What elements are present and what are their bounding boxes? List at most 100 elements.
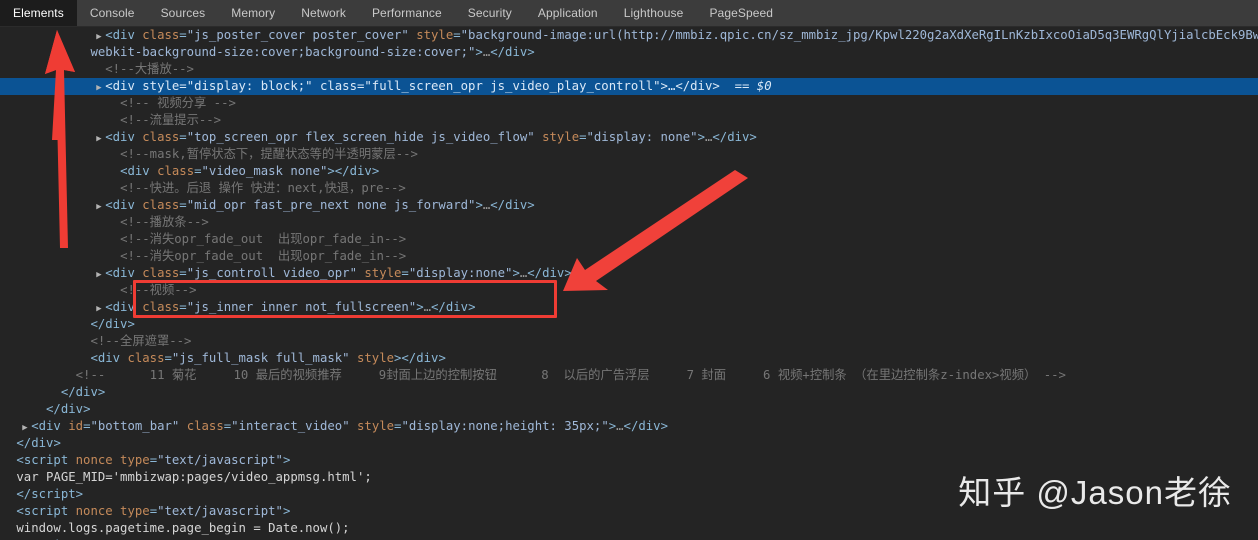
token-punc: </ <box>334 164 350 178</box>
token-attn: type <box>112 453 150 467</box>
token-tag: div <box>60 402 84 416</box>
token-punc: < <box>105 79 113 93</box>
token-punc: > <box>749 130 757 144</box>
line-comment-big-play[interactable]: <!--大播放--> <box>0 61 1258 78</box>
token-punc: > <box>282 453 291 467</box>
token-ell: … <box>423 300 432 314</box>
token-tag: script <box>23 504 69 518</box>
token-tag: div <box>127 164 150 178</box>
token-attv: "full_screen_opr js_video_play_controll" <box>364 79 661 93</box>
token-attv: "top_screen_opr flex_screen_hide js_vide… <box>186 130 535 144</box>
token-punc: < <box>16 453 24 467</box>
line-js-full-mask[interactable]: <div class="js_full_mask full_mask" styl… <box>0 350 1258 367</box>
tab-application[interactable]: Application <box>525 0 611 26</box>
line-mid-opr[interactable]: ▶ <div class="mid_opr fast_pre_next none … <box>0 197 1258 214</box>
tab-pagespeed[interactable]: PageSpeed <box>696 0 786 26</box>
line-close-div-1[interactable]: </div> <box>0 316 1258 333</box>
line-poster-cover[interactable]: ▶ <div class="js_poster_cover poster_cove… <box>0 27 1258 44</box>
token-attn: class <box>134 300 180 314</box>
token-punc: = <box>149 504 158 518</box>
line-comment-video-share[interactable]: <!-- 视频分享 --> <box>0 95 1258 112</box>
token-dollar: == $0 <box>719 79 772 93</box>
line-comment-mask[interactable]: <!--mask,暂停状态下，提醒状态等的半透明蒙层--> <box>0 146 1258 163</box>
line-comment-video[interactable]: <!--视频--> <box>0 282 1258 299</box>
token-punc: </ <box>490 198 506 212</box>
zhihu-watermark: 知乎 @Jason老徐 <box>958 474 1232 511</box>
token-punc: > <box>527 198 535 212</box>
token-punc: </ <box>90 317 106 331</box>
token-tag: div <box>75 385 98 399</box>
token-txt: var PAGE_MID='mmbizwap:pages/video_appms… <box>16 470 372 484</box>
tab-performance[interactable]: Performance <box>359 0 455 26</box>
token-punc: > <box>712 79 720 93</box>
token-punc: </ <box>16 436 32 450</box>
token-attn: class <box>179 419 224 433</box>
token-punc: = <box>164 351 172 365</box>
line-top-screen-opr[interactable]: ▶ <div class="top_screen_opr flex_screen_… <box>0 129 1258 146</box>
line-comment-flow-tip[interactable]: <!--流量提示--> <box>0 112 1258 129</box>
token-punc: = <box>401 266 409 280</box>
token-attn: style <box>408 28 454 42</box>
line-comment-full-mask[interactable]: <!--全屏遮罩--> <box>0 333 1258 350</box>
dom-tree-code[interactable]: ▶ <div class="js_poster_cover poster_cove… <box>0 27 1258 540</box>
token-attn: style <box>134 79 180 93</box>
token-tag: div <box>505 198 528 212</box>
token-tag: div <box>638 419 661 433</box>
line-comment-play-bar[interactable]: <!--播放条--> <box>0 214 1258 231</box>
line-page-begin[interactable]: window.logs.pagetime.page_begin = Date.n… <box>0 520 1258 537</box>
token-punc: </ <box>490 45 506 59</box>
token-tag: div <box>97 351 121 365</box>
tab-network[interactable]: Network <box>288 0 359 26</box>
token-attn: class <box>134 198 180 212</box>
token-punc: < <box>105 198 113 212</box>
token-punc: = <box>453 28 461 42</box>
token-attn: class <box>134 266 180 280</box>
tab-lighthouse[interactable]: Lighthouse <box>611 0 697 26</box>
token-cmt: <!-- 视频分享 --> <box>120 96 236 110</box>
line-close-div-4[interactable]: </div> <box>0 435 1258 452</box>
token-punc: < <box>105 28 113 42</box>
token-punc: </ <box>46 402 61 416</box>
token-tag: div <box>112 266 135 280</box>
line-js-inner[interactable]: ▶ <div class="js_inner inner not_fullscre… <box>0 299 1258 316</box>
line-full-screen-opr[interactable]: ▶ <div style="display: block;" class="ful… <box>0 78 1258 95</box>
token-attv: "bottom_bar" <box>90 419 180 433</box>
tab-console[interactable]: Console <box>77 0 148 26</box>
line-comment-numbered[interactable]: <!-- 11 菊花 10 最后的视频推荐 9封面上边的控制按钮 8 以后的广告… <box>0 367 1258 384</box>
token-punc: = <box>179 79 187 93</box>
line-poster-cover-wrap[interactable]: webkit-background-size:cover;background-… <box>0 44 1258 61</box>
elements-dom-tree-panel[interactable]: ▶ <div class="js_poster_cover poster_cove… <box>0 27 1258 540</box>
token-ell: … <box>616 419 624 433</box>
line-comment-fade-2[interactable]: <!--消失opr_fade_out 出现opr_fade_in--> <box>0 248 1258 265</box>
tab-sources[interactable]: Sources <box>148 0 219 26</box>
line-close-div-2[interactable]: </div> <box>0 384 1258 401</box>
tab-memory[interactable]: Memory <box>218 0 288 26</box>
line-bottom-bar[interactable]: ▶ <div id="bottom_bar" class="interact_vi… <box>0 418 1258 435</box>
line-js-controll[interactable]: ▶ <div class="js_controll video_opr" styl… <box>0 265 1258 282</box>
token-attn: class <box>312 79 357 93</box>
devtools-tab-bar: Elements Console Sources Memory Network Perfo… <box>0 0 1258 27</box>
token-punc: > <box>660 79 668 93</box>
line-comment-fade-1[interactable]: <!--消失opr_fade_out 出现opr_fade_in--> <box>0 231 1258 248</box>
token-punc: > <box>527 45 535 59</box>
token-punc: > <box>416 300 424 314</box>
tab-security[interactable]: Security <box>455 0 525 26</box>
token-punc: </ <box>401 351 417 365</box>
line-comment-fast-pre-next[interactable]: <!--快进。后退 操作 快进：next,快退，pre--> <box>0 180 1258 197</box>
line-close-div-3[interactable]: </div> <box>0 401 1258 418</box>
line-video-mask[interactable]: <div class="video_mask none"></div> <box>0 163 1258 180</box>
token-punc: < <box>31 419 39 433</box>
token-attv: "display:none" <box>408 266 513 280</box>
tab-elements[interactable]: Elements <box>0 0 77 26</box>
